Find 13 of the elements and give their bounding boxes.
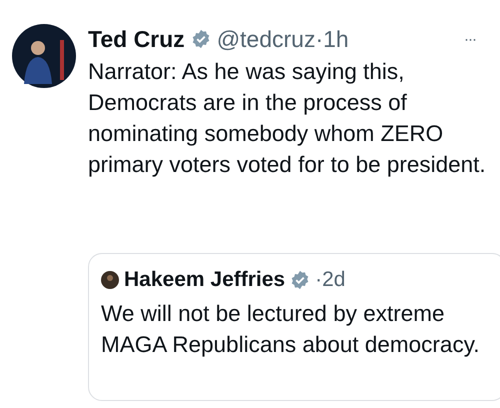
post-time[interactable]: 1h bbox=[323, 26, 349, 52]
more-options[interactable]: ··· bbox=[464, 30, 490, 48]
author-name[interactable]: Ted Cruz bbox=[88, 26, 185, 52]
quoted-author-name[interactable]: Hakeem Jeffries bbox=[124, 268, 286, 292]
quoted-post-text: We will not be lectured by extreme MAGA Republicans about democracy. bbox=[101, 300, 481, 359]
post-text: Narrator: As he was saying this, Democrats are in the process of nominating somebody whom ZERO primary voters voted for to be president. bbox=[88, 58, 487, 179]
quoted-post-card[interactable]: Hakeem Jeffries ·2d We will not be lectured by extreme MAGA Republicans about democracy. bbox=[88, 253, 500, 401]
separator-dot: · bbox=[315, 268, 322, 292]
avatar[interactable] bbox=[12, 24, 76, 88]
avatar[interactable] bbox=[101, 271, 119, 289]
quoted-post-time[interactable]: 2d bbox=[322, 268, 346, 292]
separator-dot: · bbox=[315, 26, 324, 52]
author-handle[interactable]: @tedcruz bbox=[216, 26, 316, 52]
